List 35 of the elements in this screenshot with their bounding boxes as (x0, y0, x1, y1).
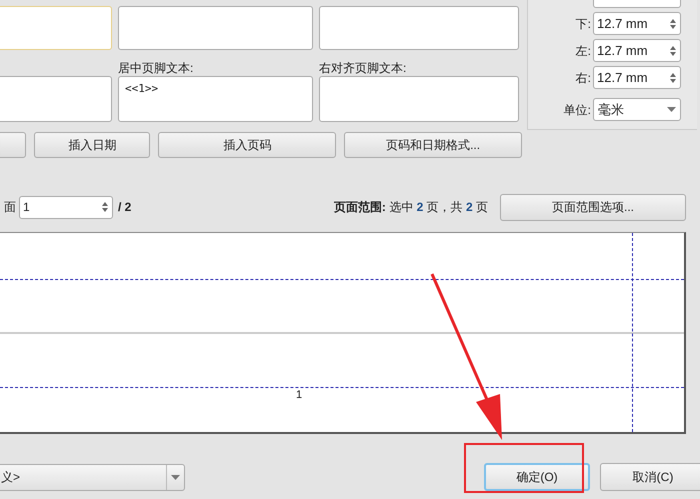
caret-icon (171, 474, 180, 480)
page-range-options-button[interactable]: 页面范围选项... (500, 194, 686, 220)
unit-label: 单位: (564, 102, 591, 118)
margin-field[interactable]: 12.7 mm (593, 12, 681, 35)
caret-icon (667, 107, 676, 112)
header-text-field[interactable] (319, 6, 519, 50)
margin-label: 下: (576, 16, 591, 32)
footer-text-field[interactable]: <<1>> (118, 76, 313, 122)
preset-dropdown[interactable]: 义> (0, 464, 185, 490)
field-label: 右对齐页脚文本: (319, 60, 406, 76)
page-range-summary: 页面范围: 选中 2 页，共 2 页 (334, 199, 488, 216)
footer-text-field[interactable] (319, 76, 519, 122)
margin-field[interactable]: 12.7 mm (593, 66, 681, 89)
margin-label: 左: (576, 42, 591, 60)
unit-dropdown[interactable]: 毫米 (593, 98, 681, 121)
field-label: 居中页脚文本: (118, 60, 194, 76)
page-total: / 2 (118, 199, 132, 216)
dialog-button[interactable]: 确定(O) (484, 463, 590, 491)
insert-button[interactable] (0, 132, 26, 158)
header-text-field[interactable] (0, 6, 112, 50)
page-label: 面 (4, 199, 16, 216)
margin-label: 右: (576, 70, 591, 86)
page-number-field[interactable]: 1 (19, 196, 113, 218)
spinner-arrows-icon[interactable] (101, 201, 109, 213)
dialog-button[interactable]: 取消(C) (600, 463, 700, 491)
preview-page-number: 1 (296, 388, 302, 403)
insert-button[interactable]: 插入页码 (158, 132, 336, 158)
spinner-arrows-icon[interactable] (669, 18, 677, 30)
footer-text-field[interactable] (0, 76, 112, 122)
spinner-arrows-icon[interactable] (669, 72, 677, 84)
insert-button[interactable]: 插入日期 (34, 132, 150, 158)
margin-field[interactable]: 12.7 mm (593, 39, 681, 62)
header-text-field[interactable] (118, 6, 313, 50)
spinner-arrows-icon[interactable] (669, 44, 677, 56)
insert-button[interactable]: 页码和日期格式... (344, 132, 522, 158)
